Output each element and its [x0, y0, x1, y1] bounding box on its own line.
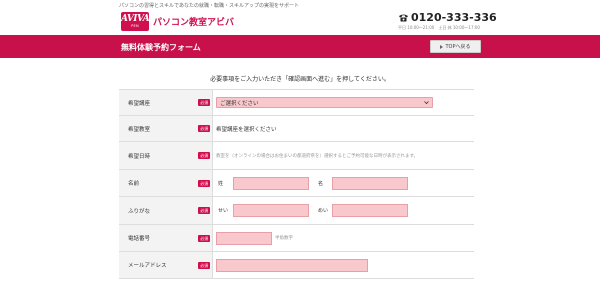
classroom-label: 希望教室 — [128, 126, 151, 133]
field-value: 希望講座を選択ください — [213, 116, 474, 141]
required-badge: 必須 — [198, 234, 210, 242]
first-name-kana-label: めい — [318, 208, 329, 214]
telephone-icon — [399, 14, 408, 22]
last-name-label: 姓 — [218, 180, 224, 187]
form-row-phone: 電話番号 必須 半角数字 — [119, 225, 474, 252]
email-input[interactable] — [216, 258, 368, 272]
course-select[interactable]: ご選択ください — [216, 97, 433, 108]
form-row-kana: ふりがな 必須 せい めい — [119, 197, 474, 225]
required-badge: 必須 — [198, 125, 210, 132]
course-label: 希望講座 — [128, 100, 151, 107]
phone-label: 電話番号 — [128, 236, 151, 242]
last-name-kana-label: せい — [218, 208, 229, 214]
back-to-top-button[interactable]: TOPへ戻る — [430, 40, 481, 53]
datetime-note: 教室を（オンラインの場合はお住まいの都道府県を）選択するとご予約可能な日時が表示… — [216, 153, 419, 159]
field-value: せい めい — [213, 197, 474, 224]
chevron-down-icon — [424, 101, 429, 105]
last-name-kana-input[interactable] — [233, 204, 309, 217]
business-hours: 平日 10:00〜21:00 土日 休 10:00〜17:00 — [398, 25, 480, 30]
field-label: メールアドレス 必須 — [119, 252, 213, 278]
page-title: 無料体験予約フォーム — [121, 43, 201, 52]
field-label: ふりがな 必須 — [119, 197, 213, 224]
field-label: 電話番号 必須 — [119, 225, 213, 251]
first-name-input[interactable] — [332, 176, 408, 190]
name-label: 名前 — [128, 181, 140, 187]
back-to-top-label: TOPへ戻る — [445, 44, 471, 50]
required-badge: 必須 — [198, 207, 210, 214]
brand-name[interactable]: パソコン教室アビバ — [153, 15, 234, 28]
required-badge: 必須 — [198, 99, 210, 106]
logo-subtext: PEN — [131, 24, 139, 28]
field-value: 半角数字 — [213, 225, 474, 251]
field-label: 名前 必須 — [119, 170, 213, 196]
form-instruction: 必要事項をご入力いただき「確認画面へ進む」を押してください。 — [210, 76, 390, 83]
logo-text: AVIVA — [121, 14, 150, 24]
form-row-course: 希望講座 必須 ご選択ください — [119, 90, 474, 116]
field-label: 希望講座 必須 — [119, 90, 213, 115]
form-row-classroom: 希望教室 必須 希望講座を選択ください — [119, 116, 474, 142]
first-name-kana-input[interactable] — [332, 204, 408, 217]
last-name-input[interactable] — [233, 176, 309, 190]
course-select-value: ご選択ください — [220, 100, 259, 107]
required-badge: 必須 — [198, 179, 210, 187]
phone-hint: 半角数字 — [275, 236, 293, 241]
form-row-datetime: 希望日時 必須 教室を（オンラインの場合はお住まいの都道府県を）選択するとご予約… — [119, 142, 474, 170]
kana-label: ふりがな — [128, 208, 151, 215]
first-name-label: 名 — [318, 180, 324, 187]
required-badge: 必須 — [198, 261, 210, 269]
email-label: メールアドレス — [128, 263, 167, 269]
datetime-label: 希望日時 — [128, 153, 151, 160]
classroom-value: 希望講座を選択ください — [216, 126, 277, 133]
field-label: 希望教室 必須 — [119, 116, 213, 141]
field-value: ご選択ください — [213, 90, 474, 115]
field-value: 姓 名 — [213, 170, 474, 196]
form-row-email: メールアドレス 必須 — [119, 252, 474, 279]
phone-input[interactable] — [216, 231, 272, 245]
field-label: 希望日時 必須 — [119, 142, 213, 169]
play-arrow-icon — [440, 44, 444, 49]
field-value — [213, 252, 474, 278]
title-bar: 無料体験予約フォーム TOPへ戻る — [0, 35, 600, 58]
reservation-form: 希望講座 必須 ご選択ください 希望教室 必須 希望講座を選択ください 希望日時… — [119, 89, 474, 279]
site-tagline: パソコンの習得とスキルであなたの就職・転職・スキルアップの実現をサポート — [119, 3, 299, 9]
phone-number[interactable]: 0120-333-336 — [398, 11, 497, 24]
aviva-logo[interactable]: AVIVA PEN — [121, 12, 150, 31]
required-badge: 必須 — [198, 152, 210, 159]
form-row-name: 名前 必須 姓 名 — [119, 170, 474, 197]
phone-number-text: 0120-333-336 — [411, 11, 497, 24]
field-value: 教室を（オンラインの場合はお住まいの都道府県を）選択するとご予約可能な日時が表示… — [213, 142, 474, 169]
